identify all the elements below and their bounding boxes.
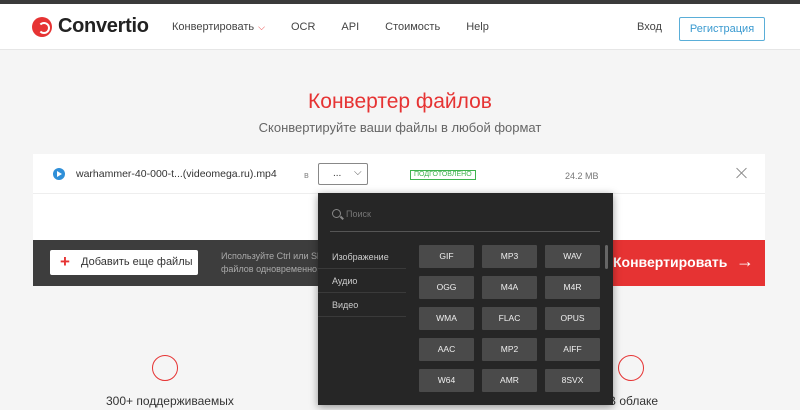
- format-option[interactable]: AIFF: [545, 338, 600, 361]
- refresh-icon: [152, 355, 178, 381]
- convert-label: Конвертировать: [613, 254, 728, 270]
- format-select-value: ...: [333, 168, 342, 179]
- format-option[interactable]: MP3: [482, 245, 537, 268]
- video-file-icon: [53, 168, 65, 180]
- format-option[interactable]: FLAC: [482, 307, 537, 330]
- format-option[interactable]: 8SVX: [545, 369, 600, 392]
- login-link[interactable]: Вход: [637, 21, 662, 33]
- convert-button[interactable]: Конвертировать →: [593, 240, 765, 286]
- upload-hint: Используйте Ctrl или Sh файлов одновреме…: [221, 250, 322, 276]
- format-dropdown: Изображение Аудио Видео GIF MP3 WAV OGG …: [318, 193, 613, 405]
- nav-item-convert[interactable]: Конвертировать ⌵: [172, 21, 265, 33]
- logo-text: Convertio: [58, 15, 149, 37]
- upload-hint-line1: Используйте Ctrl или Sh: [221, 251, 322, 261]
- format-option[interactable]: GIF: [419, 245, 474, 268]
- chevron-down-icon: ⌵: [354, 167, 362, 178]
- nav-item-api[interactable]: API: [341, 21, 359, 33]
- status-badge: ПОДГОТОВЛЕНО: [410, 170, 476, 180]
- format-search-input[interactable]: [346, 206, 596, 222]
- format-option[interactable]: WAV: [545, 245, 600, 268]
- page-subtitle: Сконвертируйте ваши файлы в любой формат: [258, 120, 542, 135]
- feature-text-formats: 300+ поддерживаемых: [106, 394, 234, 408]
- format-option[interactable]: OPUS: [545, 307, 600, 330]
- search-divider: [330, 231, 600, 232]
- register-button[interactable]: Регистрация: [679, 17, 765, 41]
- main-nav: Конвертировать ⌵ OCR API Стоимость Help: [172, 21, 515, 33]
- nav-item-pricing[interactable]: Стоимость: [385, 21, 440, 33]
- logo[interactable]: Convertio: [32, 15, 149, 38]
- add-files-button[interactable]: + Добавить еще файлы: [50, 250, 198, 275]
- format-option[interactable]: MP2: [482, 338, 537, 361]
- format-option[interactable]: W64: [419, 369, 474, 392]
- category-image[interactable]: Изображение: [318, 245, 406, 269]
- feature-text-cloud: В облаке: [608, 394, 659, 408]
- cloud-upload-icon: [618, 355, 644, 381]
- format-select[interactable]: ... ⌵: [318, 163, 368, 185]
- file-name: warhammer-40-000-t...(videomega.ru).mp4: [76, 168, 277, 180]
- format-option[interactable]: WMA: [419, 307, 474, 330]
- close-icon[interactable]: [736, 167, 748, 179]
- file-row: warhammer-40-000-t...(videomega.ru).mp4 …: [33, 154, 765, 194]
- nav-item-ocr[interactable]: OCR: [291, 21, 315, 33]
- nav-item-help[interactable]: Help: [466, 21, 489, 33]
- format-option[interactable]: AMR: [482, 369, 537, 392]
- add-files-label: Добавить еще файлы: [81, 256, 193, 268]
- format-grid: GIF MP3 WAV OGG M4A M4R WMA FLAC OPUS AA…: [419, 245, 603, 392]
- dropdown-scrollbar[interactable]: [605, 245, 608, 269]
- format-option[interactable]: M4A: [482, 276, 537, 299]
- search-icon: [332, 209, 341, 218]
- convertio-logo-icon: [32, 16, 52, 37]
- site-header: Convertio Конвертировать ⌵ OCR API Стоимо…: [0, 4, 800, 50]
- category-video[interactable]: Видео: [318, 293, 406, 317]
- format-option[interactable]: M4R: [545, 276, 600, 299]
- in-label: в: [304, 170, 309, 180]
- category-list: Изображение Аудио Видео: [318, 245, 406, 317]
- chevron-down-icon: ⌵: [258, 22, 265, 32]
- upload-hint-line2: файлов одновременно: [221, 264, 318, 274]
- category-audio[interactable]: Аудио: [318, 269, 406, 293]
- format-option[interactable]: AAC: [419, 338, 474, 361]
- plus-icon: +: [60, 252, 70, 271]
- page-title: Конвертер файлов: [308, 90, 492, 113]
- arrow-right-icon: →: [736, 251, 754, 271]
- file-size: 24.2 MB: [565, 171, 599, 181]
- format-option[interactable]: OGG: [419, 276, 474, 299]
